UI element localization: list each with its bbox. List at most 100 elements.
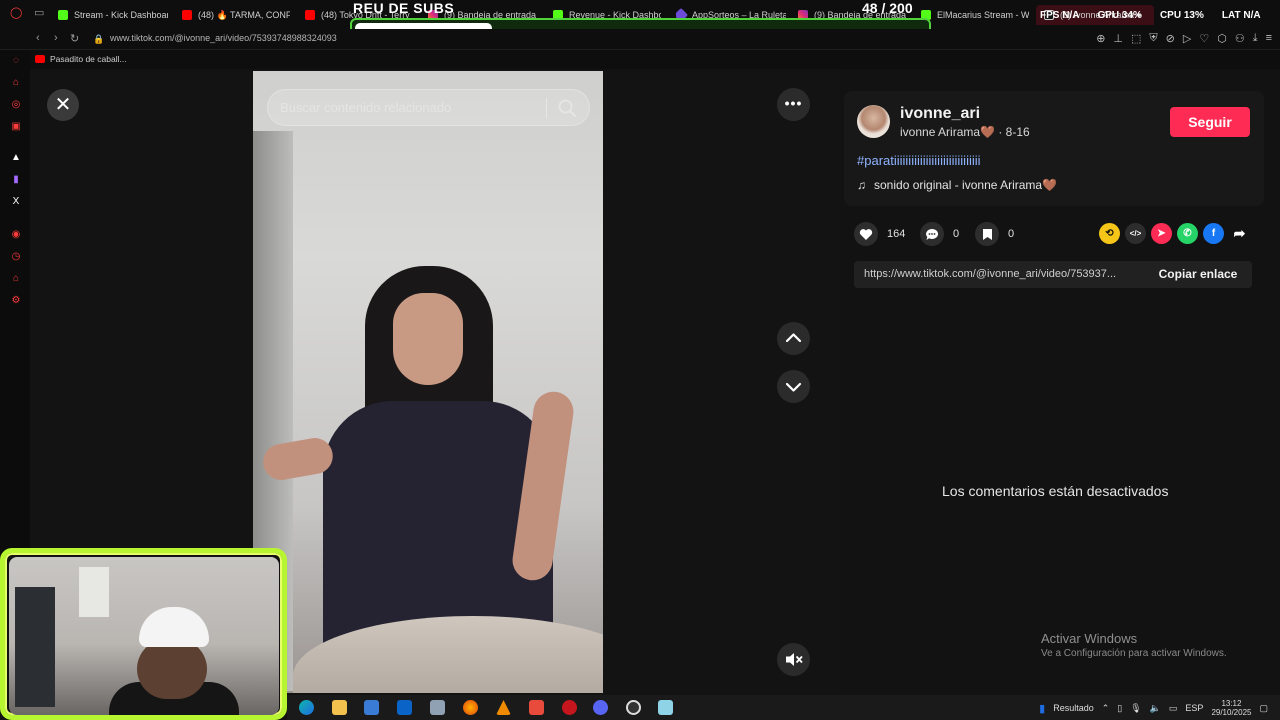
webcam-streamer-head <box>137 639 207 699</box>
search-icon[interactable] <box>557 98 577 118</box>
chevron-up-icon[interactable]: ⌃ <box>1102 703 1110 714</box>
app-icon[interactable] <box>430 700 445 715</box>
opera-logo-icon[interactable]: ◯ <box>10 6 22 19</box>
whatsapp-icon[interactable]: ✆ <box>1177 223 1198 244</box>
music-note-icon: ♫ <box>857 178 866 192</box>
settings-icon[interactable]: ⚙ <box>10 295 22 307</box>
forward-icon[interactable]: › <box>54 32 58 44</box>
avatar[interactable] <box>857 105 890 138</box>
reload-icon[interactable]: ↻ <box>70 32 79 45</box>
vlc-icon[interactable] <box>496 700 511 715</box>
obs-icon[interactable] <box>626 700 641 715</box>
twitch-icon[interactable]: ▮ <box>10 174 22 186</box>
file-explorer-icon[interactable] <box>332 700 347 715</box>
sub-goal-count: 48 / 200 <box>862 0 913 16</box>
chevron-down-icon <box>785 382 802 392</box>
youtube-icon <box>35 55 45 63</box>
firefox-icon[interactable] <box>463 700 478 715</box>
store-icon[interactable] <box>364 700 379 715</box>
share-arrow-icon[interactable]: ➦ <box>1229 223 1250 244</box>
more-options-button[interactable]: ••• <box>777 88 810 121</box>
music-icon[interactable]: ▣ <box>10 121 22 133</box>
webcam-window <box>79 567 109 617</box>
adblock-icon[interactable]: ⊘ <box>1166 32 1175 45</box>
webcam-overlay <box>0 548 287 720</box>
volume-icon[interactable]: 🔈 <box>1150 703 1161 714</box>
next-video-button[interactable] <box>777 370 810 403</box>
follow-button[interactable]: Seguir <box>1170 107 1250 137</box>
clock[interactable]: 13:12 29/10/2025 <box>1211 699 1251 717</box>
tab-kick-dashboard[interactable]: Stream - Kick Dashboard <box>58 5 168 25</box>
username[interactable]: ivonne_ari <box>900 105 980 123</box>
player-icon[interactable]: ◉ <box>10 229 22 241</box>
bookmarks-icon[interactable]: ⌂ <box>10 273 22 285</box>
play-icon[interactable]: ▷ <box>1183 32 1191 45</box>
search-placeholder: Buscar contenido relacionado <box>280 100 452 115</box>
aria-icon[interactable]: ◌ <box>10 55 22 67</box>
edge-icon[interactable] <box>299 700 314 715</box>
nickname: ivonne Arirama🤎 <box>900 125 995 139</box>
outlook-icon[interactable] <box>397 700 412 715</box>
post-link[interactable]: https://www.tiktok.com/@ivonne_ari/video… <box>864 268 1144 280</box>
zoom-icon[interactable]: ⊕ <box>1096 32 1105 45</box>
speaker-muted-icon <box>786 653 803 666</box>
facebook-icon[interactable]: f <box>1203 223 1224 244</box>
nba-icon[interactable]: ▮ <box>1039 702 1045 715</box>
comments-disabled-message: Los comentarios están desactivados <box>942 483 1169 499</box>
opera-gx-icon[interactable] <box>562 700 577 715</box>
bag-icon[interactable]: ⌂ <box>10 77 22 89</box>
comment-icon[interactable] <box>920 222 944 246</box>
app-icon-red[interactable] <box>529 700 544 715</box>
tray-label: Resultado <box>1053 703 1094 713</box>
previous-video-button[interactable] <box>777 322 810 355</box>
microphone-icon[interactable]: 🎙 <box>1130 703 1141 714</box>
clock-date: 29/10/2025 <box>1211 708 1252 717</box>
nickname-line: ivonne Arirama🤎 · 8-16 <box>900 125 1030 139</box>
language-indicator[interactable]: ESP <box>1185 703 1203 713</box>
save-action[interactable]: 0 <box>975 222 1014 246</box>
screenshot-icon[interactable]: ⬚ <box>1131 32 1141 45</box>
back-icon[interactable]: ‹ <box>36 32 40 44</box>
lock-icon: 🔒 <box>93 34 105 44</box>
x-icon[interactable]: X <box>10 196 22 208</box>
bookmark-icon[interactable] <box>975 222 999 246</box>
music-title: sonido original - ivonne Arirama🤎 <box>874 178 1058 192</box>
extensions-icon[interactable]: ⬡ <box>1217 32 1227 45</box>
more-icon: ••• <box>784 95 803 111</box>
notepad-icon[interactable] <box>658 700 673 715</box>
tab-elmacarius-stream[interactable]: ElMacarius Stream - W <box>921 5 1029 25</box>
tab-list-icon[interactable]: ▭ <box>34 6 44 19</box>
send-to-friends-icon[interactable]: ➤ <box>1151 223 1172 244</box>
download-icon[interactable]: ⤓ <box>1253 32 1258 45</box>
pin-icon[interactable]: ⊥ <box>1113 32 1123 45</box>
tab-youtube-tarma[interactable]: (48) 🔥 TARMA, CONFE <box>182 5 290 25</box>
hashtag-link[interactable]: #paratiiiiiiiiiiiiiiiiiiiiiiiiiiiiii <box>857 153 981 168</box>
messenger-icon[interactable]: ◎ <box>10 99 22 111</box>
repost-icon[interactable]: ⟲ <box>1099 223 1120 244</box>
like-action[interactable]: 164 <box>854 222 905 246</box>
discord-icon[interactable] <box>593 700 608 715</box>
battery-icon[interactable]: ▯ <box>1117 703 1122 714</box>
address-bar: ‹ › ↻ 🔒 www.tiktok.com/@ivonne_ari/video… <box>0 29 1280 50</box>
shield-icon[interactable]: ⛨ <box>1149 32 1157 45</box>
network-icon[interactable]: ▭ <box>1169 703 1178 714</box>
heart-icon[interactable]: ♡ <box>1199 32 1209 45</box>
menu-icon[interactable]: ≡ <box>1266 32 1272 45</box>
heart-icon[interactable] <box>854 222 878 246</box>
kick-sidebar-icon[interactable]: ▲ <box>10 152 22 164</box>
sub-goal-target: / 200 <box>881 0 913 16</box>
profile-icon[interactable]: ⚇ <box>1235 32 1245 45</box>
bookmark-pasadito[interactable]: Pasadito de caball... <box>35 54 127 64</box>
notifications-icon[interactable]: ▢ <box>1259 703 1268 714</box>
comment-action[interactable]: 0 <box>920 222 959 246</box>
webcam-streamer-cap <box>139 607 209 647</box>
music-link[interactable]: ♫ sonido original - ivonne Arirama🤎 <box>857 178 1057 192</box>
close-viewer-button[interactable]: ✕ <box>47 89 79 121</box>
history-icon[interactable]: ◷ <box>10 251 22 263</box>
mute-button[interactable] <box>777 643 810 676</box>
related-search-input[interactable]: Buscar contenido relacionado <box>267 89 590 126</box>
video-player[interactable] <box>253 71 603 693</box>
url-field[interactable]: www.tiktok.com/@ivonne_ari/video/7539374… <box>110 33 337 43</box>
embed-icon[interactable]: </> <box>1125 223 1146 244</box>
copy-link-button[interactable]: Copiar enlace <box>1144 261 1252 288</box>
